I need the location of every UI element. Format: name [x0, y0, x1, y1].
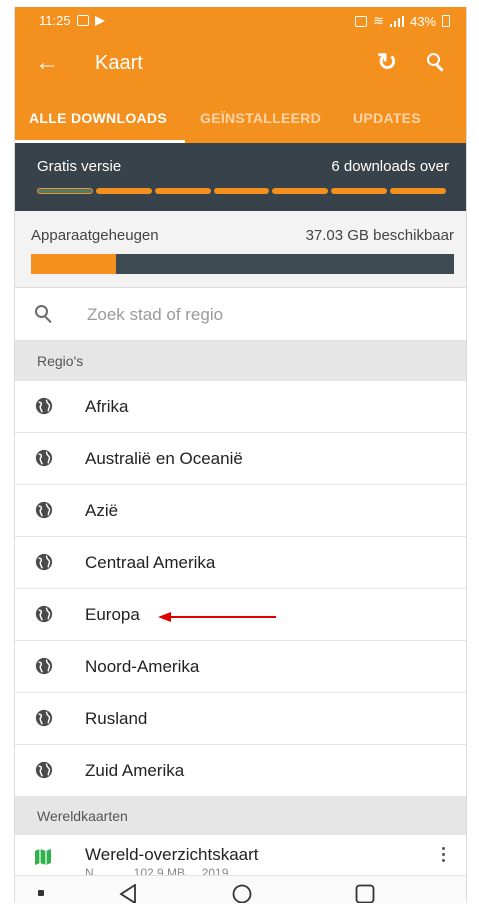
app-bar: ← Kaart ↻: [15, 35, 466, 95]
section-header-regions: Regio's: [15, 341, 466, 381]
more-options-icon[interactable]: [442, 847, 446, 865]
storage-bar: [31, 254, 454, 274]
back-icon[interactable]: [119, 884, 137, 903]
free-version-banner: Gratis versie 6 downloads over: [15, 143, 466, 211]
home-icon[interactable]: [232, 884, 252, 903]
quota-segment: [37, 188, 93, 194]
free-version-label: Gratis versie: [37, 158, 122, 175]
region-label: Rusland: [85, 709, 148, 728]
refresh-icon[interactable]: ↻: [377, 49, 397, 77]
tab-installed[interactable]: GEÏNSTALLEERD: [200, 95, 321, 143]
system-nav-bar: [15, 875, 466, 903]
gallery-notification-icon: [76, 15, 89, 26]
world-overview-map-item[interactable]: Wereld-overzichtskaart N... ... ... 102.…: [15, 835, 466, 880]
storage-bar-fill: [31, 254, 116, 274]
region-label: Centraal Amerika: [85, 553, 216, 572]
region-item-noord-amerika[interactable]: Noord-Amerika: [15, 641, 466, 693]
quota-segment: [95, 188, 152, 194]
clock: 11:25: [39, 13, 71, 28]
region-label: Europa: [85, 605, 140, 624]
globe-icon: [35, 657, 53, 675]
map-icon: [35, 849, 51, 865]
search-row[interactable]: [15, 288, 466, 341]
region-label: Afrika: [85, 397, 129, 416]
region-item-rusland[interactable]: Rusland: [15, 693, 466, 745]
nav-dot-icon: [38, 890, 44, 896]
globe-icon: [35, 449, 53, 467]
search-icon[interactable]: [427, 53, 445, 72]
storage-available: 37.03 GB beschikbaar: [305, 227, 454, 244]
status-bar: 11:25 ≋ 43%: [15, 7, 466, 35]
quota-segment: [272, 188, 329, 194]
tab-updates[interactable]: UPDATES: [353, 95, 421, 143]
globe-icon: [35, 605, 53, 623]
battery-level: 43%: [409, 13, 436, 29]
region-search-input[interactable]: [85, 301, 429, 329]
battery-icon: [442, 15, 450, 27]
downloads-left: 6 downloads over: [331, 158, 449, 175]
annotation-arrow: [158, 612, 276, 622]
globe-icon: [35, 553, 53, 571]
quota-segment: [390, 188, 446, 194]
globe-icon: [35, 709, 53, 727]
quota-segment: [213, 188, 270, 194]
recent-apps-icon[interactable]: [355, 884, 375, 903]
section-header-world-maps: Wereldkaarten: [15, 796, 466, 836]
device-storage: Apparaatgeheugen 37.03 GB beschikbaar: [15, 211, 466, 288]
app-frame: 11:25 ≋ 43% ← Kaart ↻ ALLE DOWNLOADS GEÏ…: [14, 7, 467, 903]
region-item-australie-en-oceanie[interactable]: Australië en Oceanië: [15, 433, 466, 485]
storage-label: Apparaatgeheugen: [31, 227, 159, 244]
quota-segment: [331, 188, 388, 194]
globe-icon: [35, 761, 53, 779]
region-item-centraal-amerika[interactable]: Centraal Amerika: [15, 537, 466, 589]
signal-icon: [389, 15, 404, 27]
region-item-zuid-amerika[interactable]: Zuid Amerika: [15, 745, 466, 797]
region-label: Azië: [85, 501, 119, 520]
wifi-icon: ≋: [373, 13, 384, 28]
flag-notification-icon: [94, 15, 105, 26]
world-map-label: Wereld-overzichtskaart: [85, 845, 259, 864]
globe-icon: [35, 501, 53, 519]
region-item-azie[interactable]: Azië: [15, 485, 466, 537]
tab-all-downloads[interactable]: ALLE DOWNLOADS: [29, 95, 167, 143]
search-icon: [35, 305, 53, 324]
region-label: Australië en Oceanië: [85, 449, 243, 468]
region-label: Zuid Amerika: [85, 761, 185, 780]
region-label: Noord-Amerika: [85, 657, 200, 676]
page-title: Kaart: [95, 52, 143, 74]
nfc-icon: [355, 15, 368, 27]
region-item-afrika[interactable]: Afrika: [15, 381, 466, 433]
tab-bar: ALLE DOWNLOADS GEÏNSTALLEERD UPDATES: [15, 95, 466, 143]
globe-icon: [35, 397, 53, 415]
quota-segment: [154, 188, 211, 194]
arrow-left-icon[interactable]: ←: [35, 49, 59, 77]
